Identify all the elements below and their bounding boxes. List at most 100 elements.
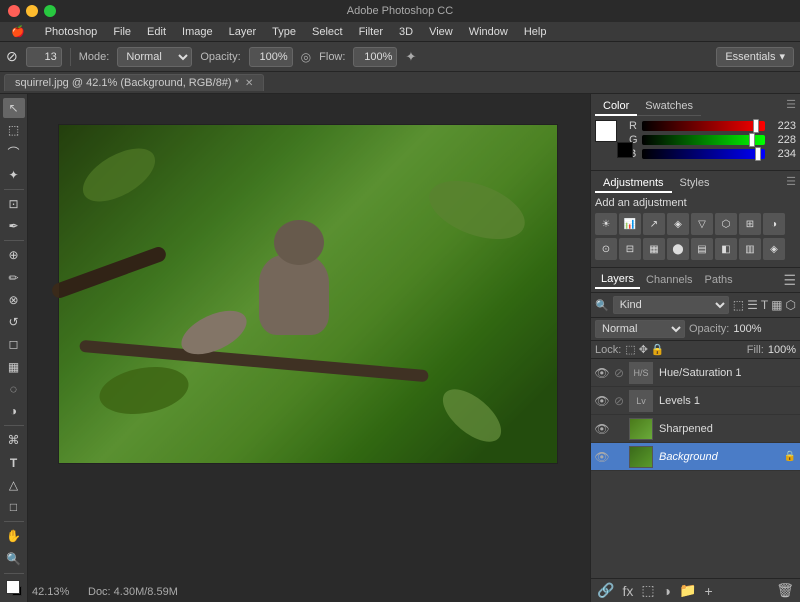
mode-select[interactable]: Normal [117,47,192,67]
shape-filter-icon[interactable]: ▦ [771,298,782,312]
layer-visibility-icon[interactable]: 👁 [595,422,609,436]
window-controls[interactable] [8,5,56,17]
shape-tool[interactable]: □ [3,497,25,517]
swatches-tab[interactable]: Swatches [637,98,701,116]
lasso-tool[interactable]: ⌒ [3,143,25,163]
posterize-icon[interactable]: ▤ [691,238,713,260]
stamp-tool[interactable]: ⊗ [3,290,25,310]
r-slider[interactable] [642,121,765,131]
adjustments-tab[interactable]: Adjustments [595,175,672,193]
exposure-icon[interactable]: ◈ [667,213,689,235]
essentials-button[interactable]: Essentials ▾ [716,47,794,67]
eyedropper-tool[interactable]: ✒ [3,216,25,236]
smart-filter-icon[interactable]: ⬡ [786,298,796,312]
adj-filter-icon[interactable]: ☰ [747,298,758,312]
layer-visibility-icon[interactable]: 👁 [595,394,609,408]
menu-help[interactable]: Help [517,25,554,39]
menu-view[interactable]: View [422,25,460,39]
menu-3d[interactable]: 3D [392,25,420,39]
color-tab[interactable]: Color [595,98,637,116]
colorbalance-icon[interactable]: ⊞ [739,213,761,235]
layers-panel-menu-icon[interactable]: ☰ [783,272,796,289]
type-filter-icon[interactable]: T [761,298,768,312]
quick-select-tool[interactable]: ✦ [3,165,25,185]
history-brush-tool[interactable]: ↺ [3,312,25,332]
new-adjustment-button[interactable]: ◑ [661,583,673,599]
foreground-swatch[interactable] [595,120,617,142]
channel-mixer-icon[interactable]: ⊟ [619,238,641,260]
add-style-button[interactable]: fx [620,583,635,599]
layers-tab[interactable]: Layers [595,271,640,289]
color-swatches[interactable] [595,120,625,150]
vibrance-icon[interactable]: ▽ [691,213,713,235]
channels-tab[interactable]: Channels [640,272,698,288]
add-mask-button[interactable]: ⬚ [639,582,656,599]
lock-position-icon[interactable]: ✥ [639,343,648,356]
invert-icon[interactable]: ⬤ [667,238,689,260]
delete-layer-button[interactable]: 🗑 [774,582,796,599]
close-button[interactable] [8,5,20,17]
background-swatch[interactable] [617,142,633,158]
lock-pixels-icon[interactable]: ⬚ [625,343,635,356]
menu-image[interactable]: Image [175,25,220,39]
blur-tool[interactable]: ◌ [3,379,25,399]
menu-edit[interactable]: Edit [140,25,173,39]
layer-visibility-icon[interactable]: 👁 [595,450,609,464]
tab-close-button[interactable]: ✕ [245,78,253,89]
lock-all-icon[interactable]: 🔒 [651,343,665,356]
type-tool[interactable]: T [3,453,25,473]
new-group-button[interactable]: 📁 [677,582,698,599]
menu-window[interactable]: Window [462,25,515,39]
pixel-filter-icon[interactable]: ⬚ [733,298,744,312]
levels-icon[interactable]: 📊 [619,213,641,235]
layer-sharpened[interactable]: 👁 Sharpened [591,415,800,443]
document-tab[interactable]: squirrel.jpg @ 42.1% (Background, RGB/8#… [4,74,264,91]
brightness-icon[interactable]: ☀ [595,213,617,235]
canvas-area[interactable]: 42.13% Doc: 4.30M/8.59M [28,94,590,602]
menu-photoshop[interactable]: Photoshop [38,25,105,39]
zoom-tool[interactable]: 🔍 [3,548,25,568]
blend-mode-select[interactable]: Normal [595,320,685,338]
eraser-tool[interactable]: ◻ [3,334,25,354]
crop-tool[interactable]: ⊡ [3,194,25,214]
minimize-button[interactable] [26,5,38,17]
hand-tool[interactable]: ✋ [3,526,25,546]
flow-input[interactable]: 100% [353,47,397,67]
color-panel-menu-icon[interactable]: ☰ [786,98,796,116]
b-slider[interactable] [642,149,765,159]
foreground-color[interactable] [3,578,25,598]
maximize-button[interactable] [44,5,56,17]
adj-panel-menu-icon[interactable]: ☰ [786,175,796,193]
menu-filter[interactable]: Filter [352,25,390,39]
menu-file[interactable]: File [106,25,138,39]
gradient-map-icon[interactable]: ▥ [739,238,761,260]
new-layer-button[interactable]: + [702,583,714,599]
link-layers-button[interactable]: 🔗 [595,582,616,599]
hue-icon[interactable]: ⬡ [715,213,737,235]
heal-tool[interactable]: ⊕ [3,245,25,265]
brush-tool[interactable]: ✏ [3,268,25,288]
layer-background[interactable]: 👁 Background 🔒 [591,443,800,471]
color-lookup-icon[interactable]: ▦ [643,238,665,260]
path-tool[interactable]: △ [3,475,25,495]
photo-filter-icon[interactable]: ⊙ [595,238,617,260]
menu-layer[interactable]: Layer [222,25,264,39]
move-tool[interactable]: ↖ [3,98,25,118]
opacity-input[interactable]: 100% [249,47,293,67]
selective-color-icon[interactable]: ◈ [763,238,785,260]
marquee-tool[interactable]: ⬚ [3,120,25,140]
g-slider[interactable] [642,135,765,145]
airbrush-icon[interactable]: ✦ [405,49,416,65]
dodge-tool[interactable]: ◑ [3,401,25,421]
gradient-tool[interactable]: ▦ [3,357,25,377]
apple-menu[interactable]: 🍎 [4,24,32,39]
pen-tool[interactable]: ⌘ [3,430,25,450]
paths-tab[interactable]: Paths [699,272,739,288]
threshold-icon[interactable]: ◧ [715,238,737,260]
brush-size-input[interactable] [26,47,62,67]
bw-icon[interactable]: ◑ [763,213,785,235]
layer-hue-saturation[interactable]: 👁 ⊘ H/S Hue/Saturation 1 [591,359,800,387]
menu-select[interactable]: Select [305,25,350,39]
layer-levels[interactable]: 👁 ⊘ Lv Levels 1 [591,387,800,415]
curves-icon[interactable]: ↗ [643,213,665,235]
